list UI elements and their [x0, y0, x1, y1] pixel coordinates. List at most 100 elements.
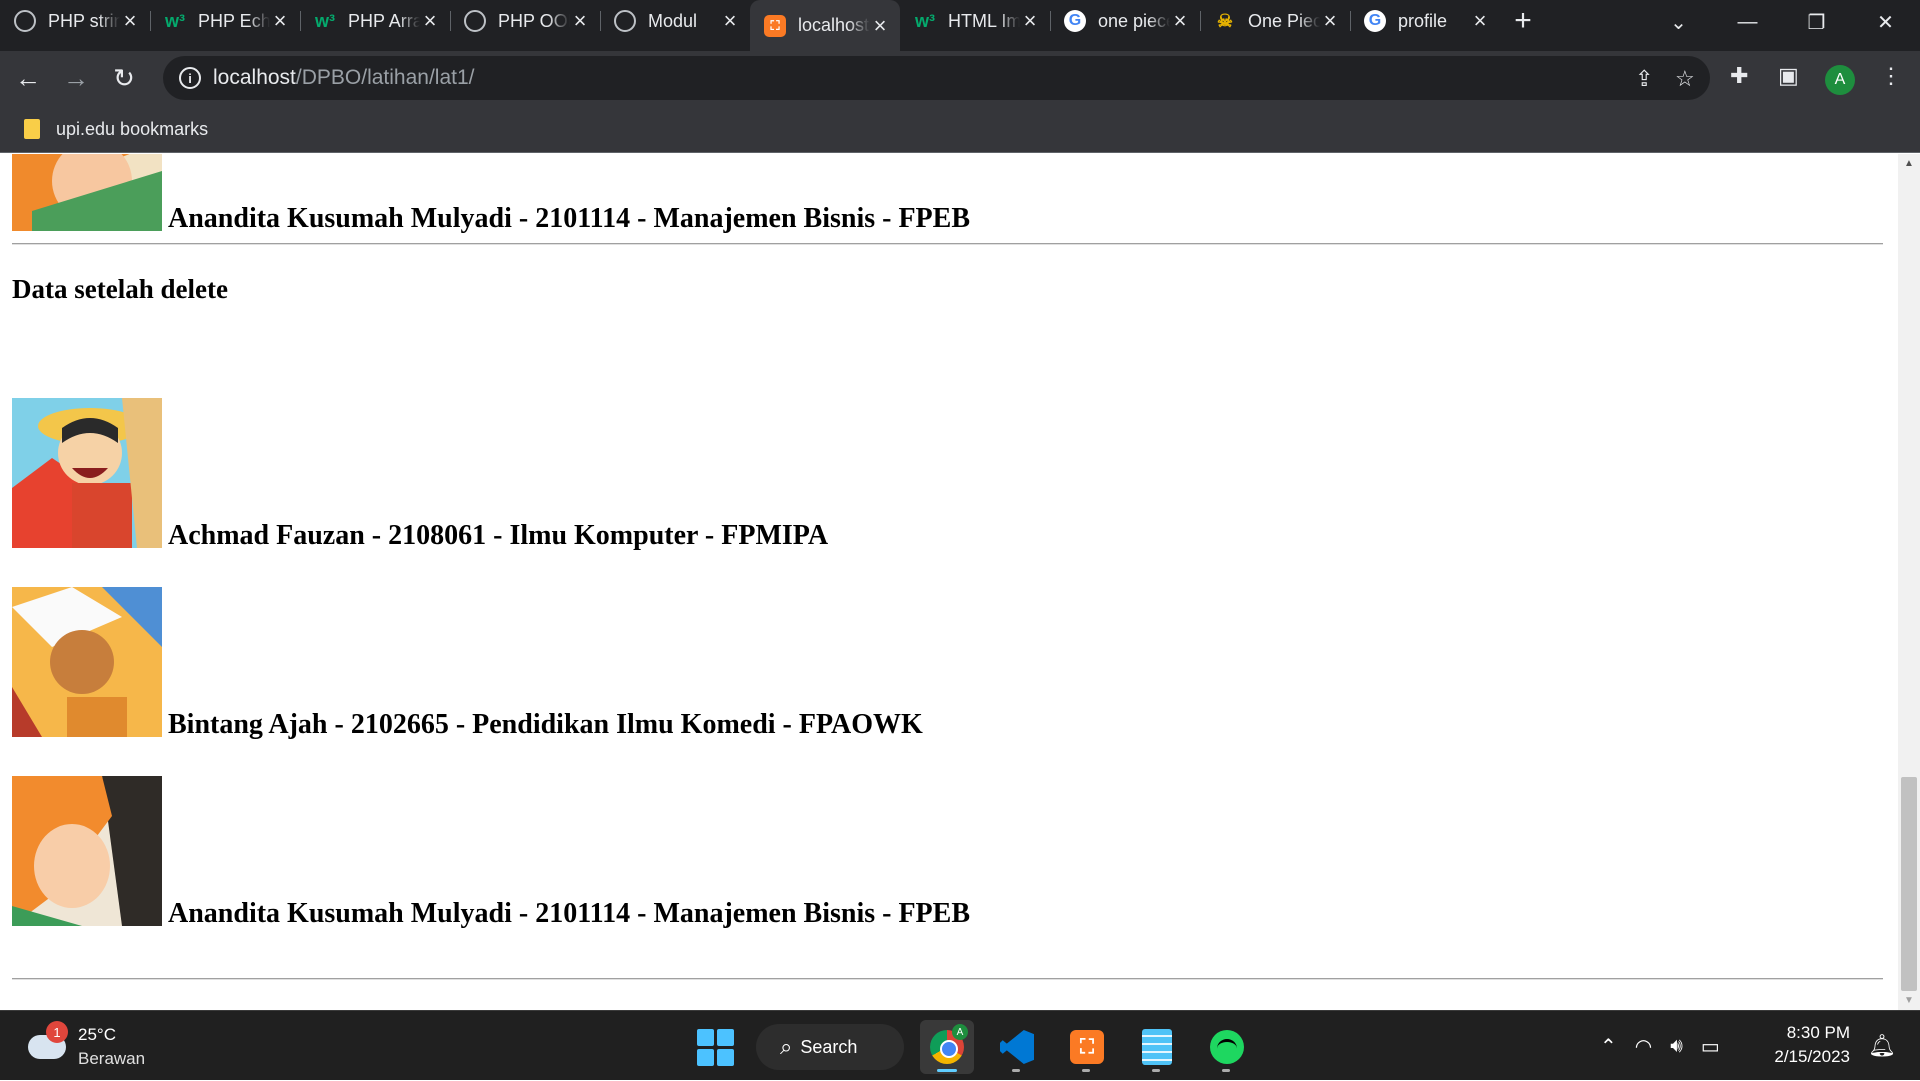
section-heading: Data setelah delete [12, 274, 228, 304]
tab-html-images[interactable]: w³ HTML Images × [900, 0, 1050, 42]
student-caption: Anandita Kusumah Mulyadi - 2101114 - Man… [168, 898, 971, 929]
profile-avatar[interactable]: A [1825, 65, 1855, 95]
folder-icon [24, 119, 40, 139]
battery-icon[interactable]: ▭ [1701, 1034, 1720, 1059]
weather-widget[interactable]: 1 25°C Berawan [28, 1021, 145, 1071]
list-item: Anandita Kusumah Mulyadi - 2101114 - Man… [12, 776, 971, 929]
tab-title: PHP string [48, 10, 120, 31]
notepad-app[interactable] [1130, 1020, 1184, 1074]
reload-icon[interactable]: ↻ [104, 59, 144, 99]
close-icon[interactable]: × [1470, 8, 1490, 33]
system-tray: ⌃ ◠ 🔊︎ ▭ [1600, 1011, 1720, 1081]
tab-title: HTML Images [948, 10, 1020, 31]
tab-php-arrays[interactable]: w³ PHP Arrays × [300, 0, 450, 42]
running-indicator [1152, 1069, 1160, 1072]
window-controls: ⌄ — ❐ ✕ [1644, 0, 1920, 44]
url-text: localhost/DPBO/latihan/lat1/ [213, 66, 474, 90]
bookmarks-bar: upi.edu bookmarks [0, 106, 1920, 153]
chrome-profile-badge: A [952, 1024, 968, 1040]
start-button[interactable] [690, 1022, 740, 1072]
tab-search-icon[interactable]: ⌄ [1644, 0, 1713, 44]
tab-title: Modul [648, 10, 698, 31]
taskbar-clock[interactable]: 8:30 PM 2/15/2023 [1766, 1021, 1850, 1069]
menu-icon[interactable]: ⋮ [1880, 63, 1902, 89]
globe-icon [614, 10, 636, 32]
xampp-icon: ⛶ [1070, 1030, 1104, 1064]
close-icon[interactable]: × [1170, 8, 1190, 33]
site-info-icon[interactable]: i [179, 67, 201, 89]
url-host: localhost [213, 66, 296, 89]
page-scrollbar[interactable]: ▲ ▼ [1898, 154, 1920, 1010]
globe-icon [464, 10, 486, 32]
bookmark-folder-upi[interactable]: upi.edu bookmarks [56, 119, 208, 140]
notification-icon[interactable]: 🔔︎ [1868, 1033, 1896, 1059]
clock-time: 8:30 PM [1786, 1023, 1850, 1042]
restore-icon[interactable]: ❐ [1782, 0, 1851, 44]
globe-icon [14, 10, 36, 32]
xampp-app[interactable]: ⛶ [1060, 1020, 1114, 1074]
page-content: Anandita Kusumah Mulyadi - 2101114 - Man… [0, 154, 1898, 1010]
side-panel-icon[interactable]: ▣ [1778, 63, 1799, 89]
close-icon[interactable]: × [1020, 8, 1040, 33]
close-icon[interactable]: × [270, 8, 290, 33]
list-item: Anandita Kusumah Mulyadi - 2101114 - Man… [12, 154, 971, 234]
scrollbar-thumb[interactable] [1901, 777, 1917, 991]
usopp-image [12, 587, 162, 737]
divider [12, 243, 1883, 245]
back-icon[interactable]: ← [8, 59, 48, 99]
clock-date: 2/15/2023 [1774, 1047, 1850, 1066]
chevron-up-icon[interactable]: ⌃ [1600, 1034, 1617, 1059]
close-icon[interactable]: × [870, 13, 890, 38]
wifi-icon[interactable]: ◠ [1635, 1034, 1652, 1059]
windows-taskbar: 1 25°C Berawan ⌕ Search A ⛶ ⌃ ◠ 🔊︎ ▭ 8:3… [0, 1010, 1920, 1080]
spotify-app[interactable] [1200, 1020, 1254, 1074]
w3schools-icon: w³ [165, 10, 185, 31]
close-icon[interactable]: × [720, 8, 740, 33]
tab-strip: PHP string × w³ PHP Echo × w³ PHP Arrays… [0, 0, 1920, 51]
bookmark-star-icon[interactable]: ☆ [1675, 66, 1695, 92]
taskbar-search[interactable]: ⌕ Search [756, 1024, 904, 1070]
close-icon[interactable]: × [570, 8, 590, 33]
share-icon[interactable]: ⇪ [1635, 66, 1653, 92]
divider [12, 978, 1883, 980]
browser-toolbar: ← → ↻ i localhost/DPBO/latihan/lat1/ ⇪ ☆… [0, 51, 1920, 106]
notepad-icon [1142, 1029, 1172, 1065]
extensions-icon[interactable]: ✚ [1730, 63, 1748, 89]
running-indicator [1222, 1069, 1230, 1072]
chrome-app[interactable]: A [920, 1020, 974, 1074]
scroll-up-icon[interactable]: ▲ [1904, 158, 1914, 169]
close-window-icon[interactable]: ✕ [1851, 0, 1920, 44]
list-item: Achmad Fauzan - 2108061 - Ilmu Komputer … [12, 398, 828, 550]
running-indicator [937, 1069, 957, 1072]
tab-php-string[interactable]: PHP string × [0, 0, 150, 42]
student-caption: Anandita Kusumah Mulyadi - 2101114 - Man… [168, 203, 971, 234]
url-path: /DPBO/latihan/lat1/ [295, 66, 475, 89]
volume-icon[interactable]: 🔊︎ [1670, 1035, 1683, 1058]
tab-php-oop[interactable]: PHP OOP × [450, 0, 600, 42]
new-tab-button[interactable]: + [1500, 0, 1546, 42]
close-icon[interactable]: × [1320, 8, 1340, 33]
address-bar[interactable]: i localhost/DPBO/latihan/lat1/ ⇪ ☆ [163, 56, 1710, 100]
tab-title: PHP Arrays [348, 10, 420, 31]
tab-one-piece-search[interactable]: G one piece × [1050, 0, 1200, 42]
nami-image [12, 776, 162, 926]
tab-title: profile [1398, 10, 1448, 31]
tab-one-piece[interactable]: ☠ One Piece × [1200, 0, 1350, 42]
tab-modul[interactable]: Modul × [600, 0, 750, 42]
close-icon[interactable]: × [420, 8, 440, 33]
xampp-icon: ⛶ [764, 14, 786, 37]
minimize-icon[interactable]: — [1713, 0, 1782, 44]
scroll-down-icon[interactable]: ▼ [1904, 995, 1914, 1006]
vscode-app[interactable] [990, 1020, 1044, 1074]
weather-temp: 25°C [78, 1025, 116, 1044]
forward-icon[interactable]: → [56, 59, 96, 99]
tab-profile[interactable]: G profile × [1350, 0, 1500, 42]
tab-localhost[interactable]: ⛶ localhost × [750, 0, 900, 51]
list-item: Bintang Ajah - 2102665 - Pendidikan Ilmu… [12, 587, 923, 740]
close-icon[interactable]: × [120, 8, 140, 33]
tab-title: One Piece [1248, 10, 1320, 31]
google-icon: G [1064, 10, 1086, 32]
tab-php-echo[interactable]: w³ PHP Echo × [150, 0, 300, 42]
student-caption: Bintang Ajah - 2102665 - Pendidikan Ilmu… [168, 709, 923, 740]
vscode-icon [1000, 1030, 1034, 1064]
